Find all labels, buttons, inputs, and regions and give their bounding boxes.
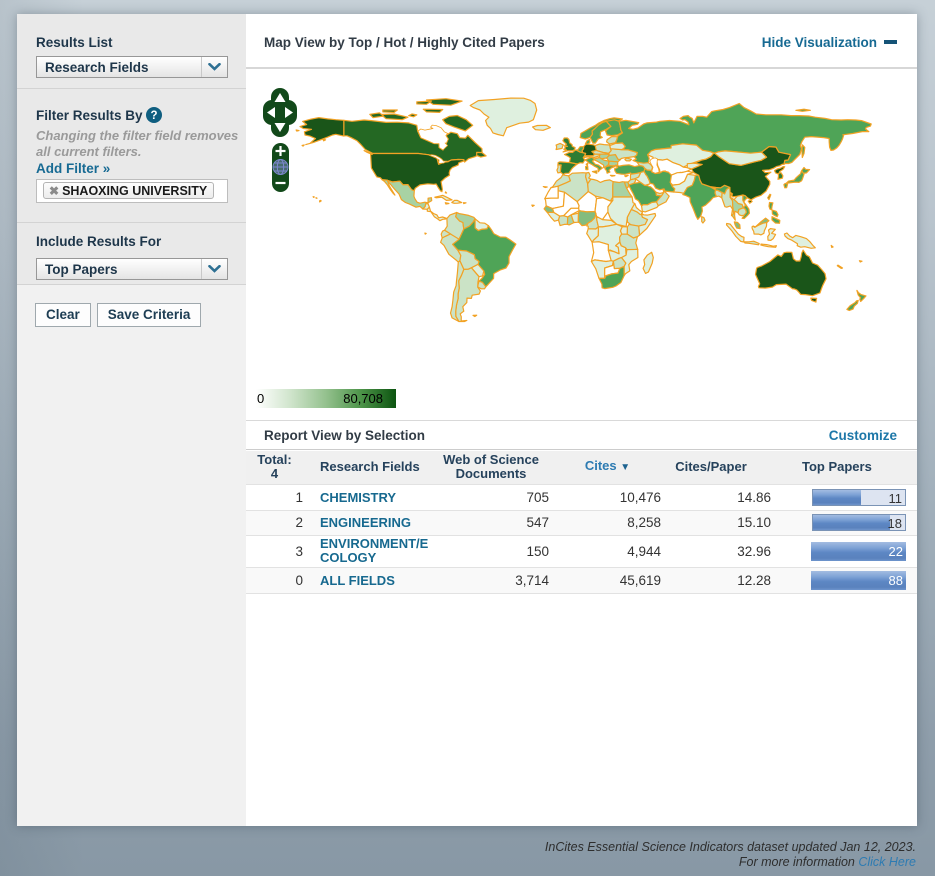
svg-text:?: ? — [151, 110, 158, 122]
